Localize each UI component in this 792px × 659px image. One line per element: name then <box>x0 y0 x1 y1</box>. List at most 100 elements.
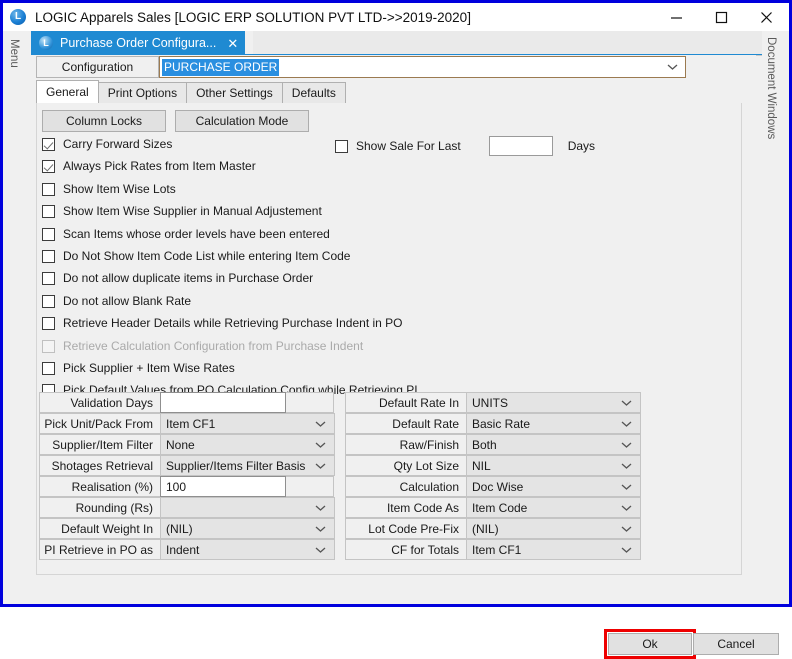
chevron-down-icon <box>621 504 632 511</box>
field-value-supplier-item-filter: None <box>166 437 195 452</box>
checkbox-show-item-wise-supplier-in-manual-adjustement[interactable] <box>42 204 55 218</box>
menu-sidebar[interactable]: Menu <box>6 31 24 604</box>
configuration-row: Configuration PURCHASE ORDER <box>36 56 686 78</box>
chevron-down-icon <box>621 483 632 490</box>
chevron-down-icon <box>621 462 632 469</box>
chevron-down-icon <box>667 64 678 71</box>
field-combobox-default-rate-in[interactable]: UNITS <box>466 392 641 413</box>
chevron-down-icon <box>315 462 326 469</box>
field-label-calculation: Calculation <box>345 476 467 497</box>
field-combobox-lot-code-pre-fix[interactable]: (NIL) <box>466 518 641 539</box>
show-sale-for-last-checkbox[interactable] <box>335 139 348 153</box>
tab-print-options[interactable]: Print Options <box>97 82 188 103</box>
checkbox-row-do-not-allow-blank-rate[interactable]: Do not allow Blank Rate <box>42 293 191 309</box>
field-label-pick-unit-pack-from: Pick Unit/Pack From <box>39 413 161 434</box>
field-combobox-default-weight-in[interactable]: (NIL) <box>160 518 335 539</box>
document-tab-label: Purchase Order Configura... <box>60 36 217 50</box>
field-label-qty-lot-size: Qty Lot Size <box>345 455 467 476</box>
checkbox-do-not-show-item-code-list-while-entering-item-c[interactable] <box>42 249 55 263</box>
field-value-default-weight-in: (NIL) <box>166 521 193 536</box>
document-tab-icon: L <box>39 36 53 50</box>
tab-general-label: General <box>46 85 89 99</box>
configuration-label: Configuration <box>36 56 159 78</box>
tab-print-options-label: Print Options <box>107 86 178 100</box>
field-combobox-rounding-rs[interactable] <box>160 497 335 518</box>
checkbox-row-show-item-wise-lots[interactable]: Show Item Wise Lots <box>42 181 176 197</box>
field-filler <box>285 476 334 497</box>
document-tab-strip-empty <box>253 31 762 56</box>
field-row-right: Default Rate In UNITS <box>345 392 641 413</box>
field-combobox-calculation[interactable]: Doc Wise <box>466 476 641 497</box>
checkbox-retrieve-header-details-while-retrieving-purchas[interactable] <box>42 316 55 330</box>
field-label-raw-finish: Raw/Finish <box>345 434 467 455</box>
field-combobox-shotages-retrieval[interactable]: Supplier/Items Filter Basis <box>160 455 335 476</box>
field-value-item-code-as: Item Code <box>472 500 528 515</box>
field-row-right: Qty Lot Size NIL <box>345 455 641 476</box>
checkbox-carry-forward-sizes[interactable] <box>42 137 55 151</box>
field-row-right: Calculation Doc Wise <box>345 476 641 497</box>
configuration-combobox[interactable]: PURCHASE ORDER <box>159 56 686 78</box>
chevron-down-icon <box>621 546 632 553</box>
maximize-icon[interactable] <box>699 3 744 31</box>
checkbox-row-scan-items-whose-order-levels-have-been-entered[interactable]: Scan Items whose order levels have been … <box>42 226 330 242</box>
checkbox-label-scan-items-whose-order-levels-have-been-entered: Scan Items whose order levels have been … <box>63 227 330 241</box>
document-windows-sidebar[interactable]: Document Windows <box>755 31 786 604</box>
checkbox-show-item-wise-lots[interactable] <box>42 182 55 196</box>
cancel-button[interactable]: Cancel <box>693 633 779 655</box>
checkbox-do-not-allow-duplicate-items-in-purchase-order[interactable] <box>42 271 55 285</box>
field-label-realisation: Realisation (%) <box>39 476 161 497</box>
field-row: Realisation (%) 100 Calculation Doc Wise <box>39 476 641 498</box>
tab-general[interactable]: General <box>36 80 99 103</box>
field-row-right: Lot Code Pre-Fix (NIL) <box>345 518 641 539</box>
field-combobox-raw-finish[interactable]: Both <box>466 434 641 455</box>
field-input-validation-days[interactable] <box>160 392 286 413</box>
form-area: Configuration PURCHASE ORDER General Pri… <box>23 55 779 659</box>
field-combobox-supplier-item-filter[interactable]: None <box>160 434 335 455</box>
field-value-cf-for-totals: Item CF1 <box>472 542 522 557</box>
document-tab-close-icon[interactable]: ✕ <box>227 37 238 50</box>
field-combobox-pi-retrieve-in-po-as[interactable]: Indent <box>160 539 335 560</box>
field-combobox-qty-lot-size[interactable]: NIL <box>466 455 641 476</box>
checkbox-row-do-not-show-item-code-list-while-entering-item-c[interactable]: Do Not Show Item Code List while enterin… <box>42 248 350 264</box>
field-combobox-pick-unit-pack-from[interactable]: Item CF1 <box>160 413 335 434</box>
menu-sidebar-label: Menu <box>8 39 20 68</box>
configuration-value: PURCHASE ORDER <box>162 58 280 76</box>
checkbox-scan-items-whose-order-levels-have-been-entered[interactable] <box>42 227 55 241</box>
field-label-default-weight-in: Default Weight In <box>39 518 161 539</box>
tab-other-settings[interactable]: Other Settings <box>186 82 283 103</box>
field-combobox-item-code-as[interactable]: Item Code <box>466 497 641 518</box>
field-label-validation-days: Validation Days <box>39 392 161 413</box>
checkbox-label-do-not-allow-blank-rate: Do not allow Blank Rate <box>63 294 192 308</box>
field-input-realisation[interactable]: 100 <box>160 476 286 497</box>
checkbox-pick-supplier-item-wise-rates[interactable] <box>42 361 55 375</box>
field-label-lot-code-pre-fix: Lot Code Pre-Fix <box>345 518 467 539</box>
field-combobox-cf-for-totals[interactable]: Item CF1 <box>466 539 641 560</box>
checkbox-row-do-not-allow-duplicate-items-in-purchase-order[interactable]: Do not allow duplicate items in Purchase… <box>42 270 313 286</box>
field-row: Rounding (Rs) Item Code As Item Code <box>39 497 641 519</box>
field-row: Default Weight In (NIL) Lot Code Pre-Fix (N… <box>39 518 641 540</box>
document-tab-purchase-order-configuration[interactable]: L Purchase Order Configura... ✕ <box>31 31 246 55</box>
column-locks-button[interactable]: Column Locks <box>42 110 166 132</box>
checkbox-row-carry-forward-sizes[interactable]: Carry Forward Sizes <box>42 136 172 152</box>
tab-defaults[interactable]: Defaults <box>281 82 346 103</box>
checkbox-row-pick-supplier-item-wise-rates[interactable]: Pick Supplier + Item Wise Rates <box>42 360 235 376</box>
field-row: Shotages Retrieval Supplier/Items Filter … <box>39 455 641 477</box>
checkbox-row-always-pick-rates-from-item-master[interactable]: Always Pick Rates from Item Master <box>42 158 256 174</box>
minimize-icon[interactable] <box>654 3 699 31</box>
checkbox-row-retrieve-header-details-while-retrieving-purchas[interactable]: Retrieve Header Details while Retrieving… <box>42 315 403 331</box>
checkbox-always-pick-rates-from-item-master[interactable] <box>42 159 55 173</box>
checkbox-row-show-item-wise-supplier-in-manual-adjustement[interactable]: Show Item Wise Supplier in Manual Adjust… <box>42 203 322 219</box>
field-combobox-default-rate[interactable]: Basic Rate <box>466 413 641 434</box>
chevron-down-icon <box>621 441 632 448</box>
field-grid: Validation Days Default Rate In UNITS Pick … <box>39 392 641 561</box>
chevron-down-icon <box>621 420 632 427</box>
calculation-mode-button[interactable]: Calculation Mode <box>175 110 309 132</box>
checkbox-label-retrieve-header-details-while-retrieving-purchas: Retrieve Header Details while Retrieving… <box>63 316 403 330</box>
field-value-qty-lot-size: NIL <box>472 458 491 473</box>
show-sale-days-input[interactable] <box>488 136 553 156</box>
app-logo-icon: L <box>10 9 26 25</box>
ok-button[interactable]: Ok <box>608 633 692 655</box>
checkbox-do-not-allow-blank-rate[interactable] <box>42 294 55 308</box>
close-icon[interactable] <box>744 3 789 31</box>
field-row: Validation Days Default Rate In UNITS <box>39 392 641 414</box>
